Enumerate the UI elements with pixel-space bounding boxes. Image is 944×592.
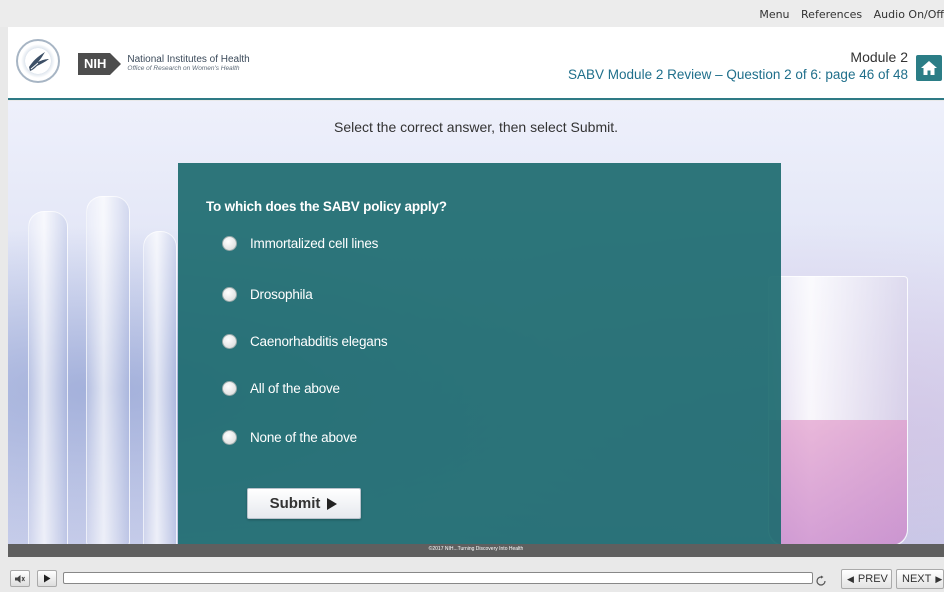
prev-button-label: PREV: [857, 573, 888, 585]
eagle-icon: [29, 52, 49, 71]
player-controls: ◀ PREV NEXT ▶: [0, 557, 944, 592]
background-beaker: [768, 276, 908, 544]
menu-link[interactable]: Menu: [759, 8, 789, 21]
nih-logo: NIH National Institutes of Health Office…: [78, 52, 250, 76]
progress-bar[interactable]: [63, 572, 813, 584]
radio-button[interactable]: [222, 430, 237, 445]
answer-option-label: Immortalized cell lines: [250, 236, 379, 251]
answer-option[interactable]: Caenorhabditis elegans: [222, 334, 388, 349]
answer-option-label: Caenorhabditis elegans: [250, 334, 388, 349]
play-arrow-icon: [327, 497, 338, 510]
radio-button[interactable]: [222, 381, 237, 396]
next-button[interactable]: NEXT ▶: [896, 569, 944, 589]
course-header: NIH National Institutes of Health Office…: [8, 27, 944, 100]
submit-button[interactable]: Submit: [247, 488, 361, 519]
hhs-seal-logo: [16, 39, 60, 83]
nih-office: Office of Research on Women's Health: [127, 64, 240, 72]
answer-option-label: None of the above: [250, 430, 357, 445]
answer-option[interactable]: Immortalized cell lines: [222, 236, 378, 251]
background-test-tube: [86, 196, 130, 544]
replay-button[interactable]: [815, 572, 827, 591]
content-stage: Select the correct answer, then select S…: [8, 101, 944, 544]
nih-logo-text: National Institutes of Health Office of …: [127, 55, 249, 72]
instruction-text: Select the correct answer, then select S…: [333, 119, 619, 135]
answer-option[interactable]: None of the above: [222, 430, 357, 445]
question-text: To which does the SABV policy apply?: [206, 199, 447, 214]
background-test-tube: [28, 211, 68, 544]
home-icon: [921, 61, 937, 75]
submit-button-label: Submit: [269, 495, 321, 512]
top-menu-bar: Menu References Audio On/Off: [0, 0, 944, 27]
beaker-liquid: [769, 420, 907, 544]
module-label: Module 2: [850, 49, 908, 65]
play-icon: [44, 574, 51, 583]
question-panel: To which does the SABV policy apply? Imm…: [178, 163, 781, 544]
nih-logo-mark: NIH: [78, 53, 122, 75]
volume-button[interactable]: [10, 570, 30, 587]
chevron-left-icon: ◀: [847, 573, 854, 584]
answer-option-label: Drosophila: [250, 287, 313, 302]
answer-option[interactable]: All of the above: [222, 381, 340, 396]
module-title-block: Module 2 SABV Module 2 Review – Question…: [568, 49, 908, 82]
prev-button[interactable]: ◀ PREV: [841, 569, 892, 589]
page-info: SABV Module 2 Review – Question 2 of 6: …: [568, 67, 908, 82]
footer-bar: ©2017 NIH...Turning Discovery Into Healt…: [8, 544, 944, 557]
answer-option[interactable]: Drosophila: [222, 287, 313, 302]
speaker-icon: [15, 574, 25, 583]
play-button[interactable]: [37, 570, 57, 587]
answer-option-label: All of the above: [250, 381, 340, 396]
radio-button[interactable]: [222, 236, 237, 251]
radio-button[interactable]: [222, 287, 237, 302]
top-menu: Menu References Audio On/Off: [751, 8, 944, 21]
copyright-text: ©2017 NIH...Turning Discovery Into Healt…: [428, 546, 524, 552]
background-test-tube: [143, 231, 177, 544]
replay-icon: [816, 575, 826, 586]
references-link[interactable]: References: [801, 8, 862, 21]
home-button[interactable]: [916, 55, 942, 81]
chevron-right-icon: ▶: [935, 573, 943, 584]
radio-button[interactable]: [222, 334, 237, 349]
next-button-label: NEXT: [902, 573, 932, 585]
audio-toggle-link[interactable]: Audio On/Off: [874, 8, 944, 21]
